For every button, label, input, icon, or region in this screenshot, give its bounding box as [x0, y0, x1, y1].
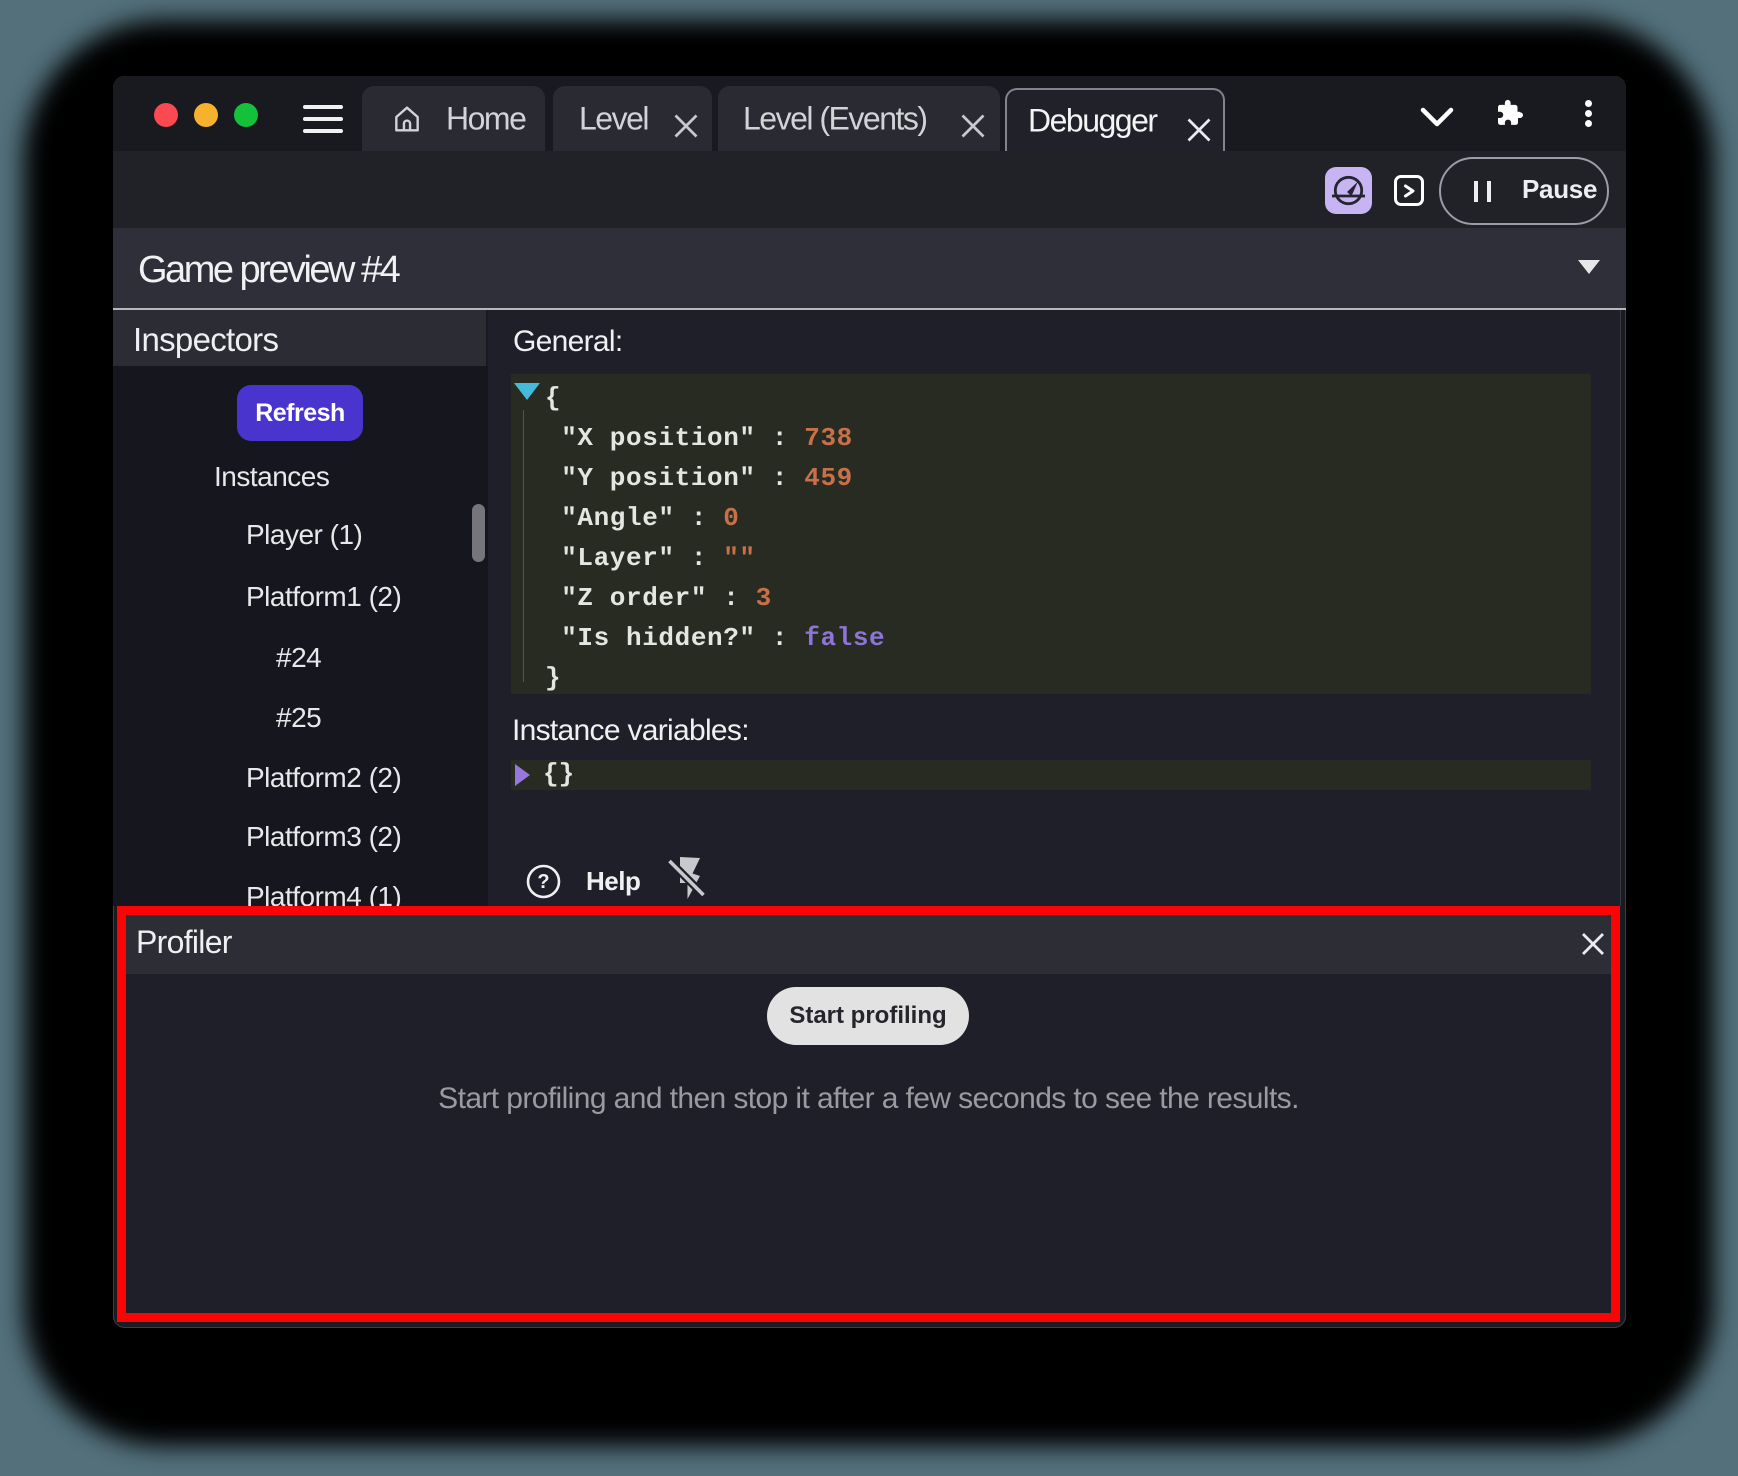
svg-text:?: ?	[537, 871, 549, 893]
